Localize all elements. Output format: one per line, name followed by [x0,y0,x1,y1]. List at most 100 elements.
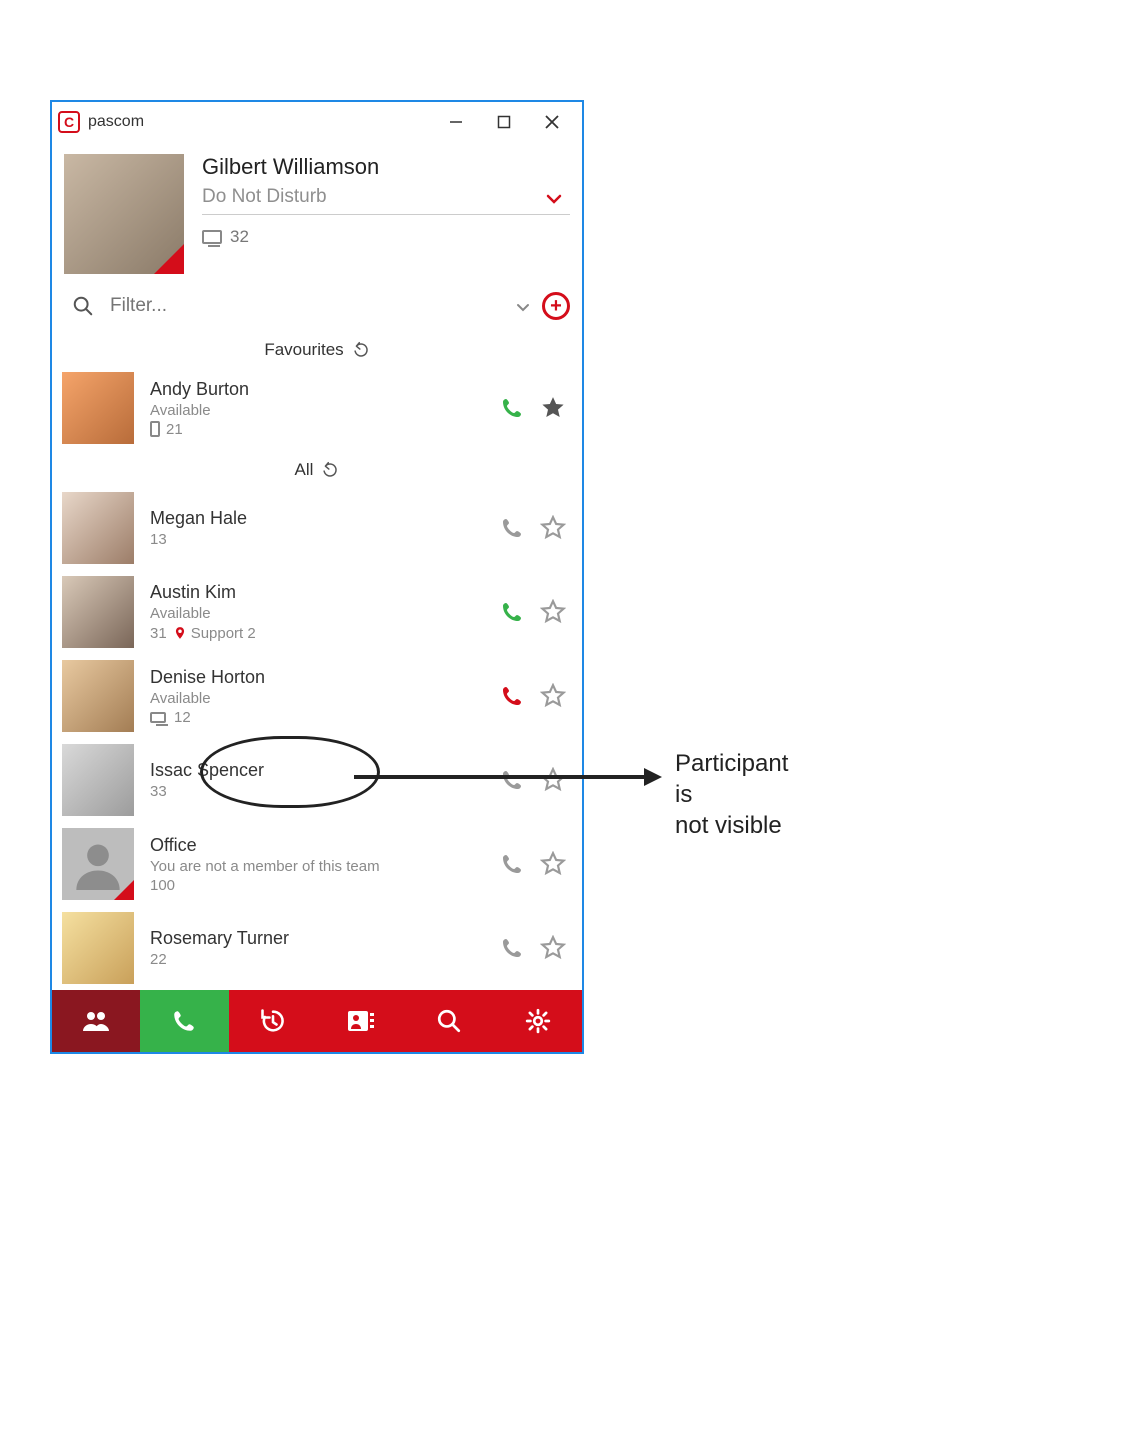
contact-status: You are not a member of this team [150,858,500,875]
refresh-icon [352,341,370,359]
filter-dropdown[interactable] [504,296,542,317]
contact-extension-value: 21 [166,421,183,438]
chevron-down-icon [546,194,562,204]
nav-phonebook[interactable] [317,990,405,1052]
annotation-text-line1: Participant is [675,750,788,808]
app-title: pascom [88,113,144,131]
nav-search[interactable] [405,990,493,1052]
profile-header: Gilbert Williamson Do Not Disturb 32 [52,142,582,282]
phone-icon[interactable] [500,684,524,708]
contact-extension-value: 12 [174,709,191,726]
minimize-icon [449,115,463,129]
contact-extension-value: 100 [150,877,175,894]
contact-item[interactable]: Austin Kim Available 31 Support 2 [52,570,582,654]
app-window: C pascom Gilbert Williamson Do Not Distu… [50,100,584,1054]
star-outline-icon[interactable] [540,515,566,541]
contact-status: Available [150,605,500,622]
star-filled-icon[interactable] [540,395,566,421]
desktop-icon [202,230,222,244]
titlebar: C pascom [52,102,582,142]
plus-icon: + [550,296,562,316]
nav-call[interactable] [140,990,228,1052]
profile-extension-value: 32 [230,227,249,247]
contact-extension: 12 [150,709,500,726]
phone-icon [171,1008,197,1034]
history-icon [259,1007,287,1035]
contact-name: Rosemary Turner [150,928,500,949]
section-favourites-label: Favourites [264,340,343,360]
star-outline-icon[interactable] [540,599,566,625]
nav-settings[interactable] [494,990,582,1052]
contact-item[interactable]: Office You are not a member of this team… [52,822,582,906]
nav-history[interactable] [229,990,317,1052]
contact-item[interactable]: Rosemary Turner 22 [52,906,582,990]
filter-input[interactable] [108,294,504,318]
section-all-label: All [295,460,314,480]
location-icon [173,624,187,642]
section-all[interactable]: All [52,450,582,486]
app-logo-letter: C [64,114,74,130]
contact-avatar [62,828,134,900]
annotation-text: Participant is not visible [675,748,788,842]
contact-extension-value: 33 [150,783,167,800]
close-button[interactable] [528,104,576,140]
gear-icon [525,1008,551,1034]
contact-name: Office [150,835,500,856]
search-icon [72,295,94,317]
contact-avatar [62,576,134,648]
contact-avatar [62,492,134,564]
profile-extension: 32 [202,227,570,247]
contact-name: Megan Hale [150,508,500,529]
contact-extension-value: 31 [150,625,167,642]
contact-item[interactable]: Andy Burton Available 21 [52,366,582,450]
maximize-icon [497,115,511,129]
refresh-icon [321,461,339,479]
annotation-arrow [354,762,664,792]
status-dropdown[interactable] [536,187,570,215]
contact-status: Available [150,402,500,419]
contact-extension: 100 [150,877,500,894]
phone-icon[interactable] [500,600,524,624]
contact-avatar [62,660,134,732]
phone-icon[interactable] [500,516,524,540]
nav-contacts[interactable] [52,990,140,1052]
star-outline-icon[interactable] [540,935,566,961]
filter-row: + [52,282,582,330]
contact-avatar [62,912,134,984]
contact-status: Available [150,690,500,707]
profile-status[interactable]: Do Not Disturb [202,186,536,215]
contact-location: Support 2 [191,625,256,642]
contact-avatar [62,744,134,816]
contact-item[interactable]: Denise Horton Available 12 [52,654,582,738]
my-avatar[interactable] [64,154,184,274]
app-logo: C [58,111,80,133]
close-icon [544,114,560,130]
contacts-icon [81,1008,111,1034]
chevron-down-icon [516,303,530,312]
contact-name: Austin Kim [150,582,500,603]
phone-icon[interactable] [500,396,524,420]
phonebook-icon [346,1008,376,1034]
contact-name: Andy Burton [150,379,500,400]
contact-avatar [62,372,134,444]
add-button[interactable]: + [542,292,570,320]
search-icon [436,1008,462,1034]
star-outline-icon[interactable] [540,851,566,877]
contact-item[interactable]: Megan Hale 13 [52,486,582,570]
annotation-text-line2: not visible [675,812,782,839]
contact-extension: 22 [150,951,500,968]
minimize-button[interactable] [432,104,480,140]
phone-icon[interactable] [500,936,524,960]
contact-extension: 13 [150,531,500,548]
phone-icon[interactable] [500,852,524,876]
section-favourites[interactable]: Favourites [52,330,582,366]
profile-name: Gilbert Williamson [202,154,570,180]
contact-extension: 21 [150,421,500,438]
mobile-icon [150,421,160,437]
contact-extension: 31 Support 2 [150,624,500,642]
star-outline-icon[interactable] [540,683,566,709]
contact-extension-value: 13 [150,531,167,548]
contact-name: Denise Horton [150,667,500,688]
maximize-button[interactable] [480,104,528,140]
desktop-icon [150,712,166,723]
